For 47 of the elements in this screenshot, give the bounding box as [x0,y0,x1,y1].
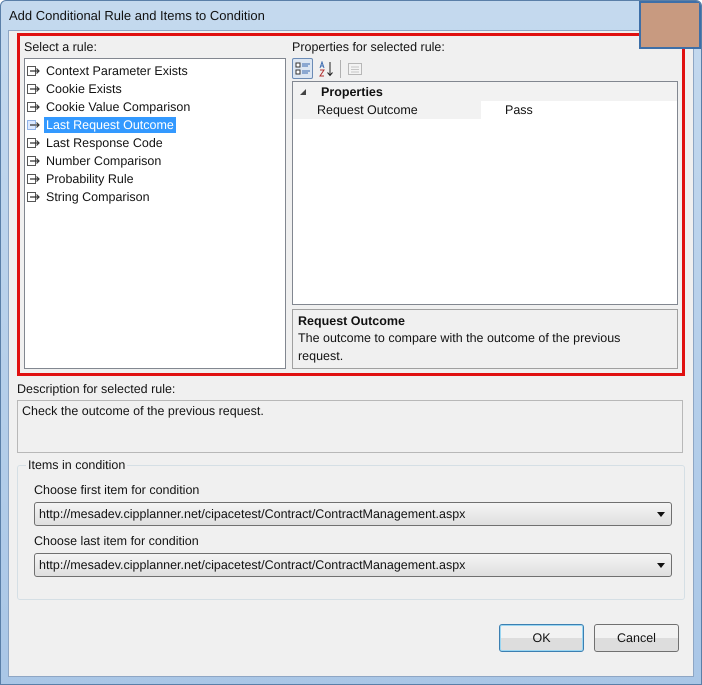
property-name: Request Outcome [293,101,481,120]
description-label: Description for selected rule: [17,382,176,397]
property-pages-icon [346,60,362,77]
photo-placeholder [639,1,701,49]
field-label: Choose first item for condition [34,483,200,498]
rule-item[interactable]: Probability Rule [27,170,283,188]
rule-name: Context Parameter Exists [45,63,189,79]
url-dropdown[interactable]: http://mesadev.cipplanner.net/cipacetest/Contract/ContractManagement.aspx [34,502,672,526]
property-value[interactable]: Pass [481,103,533,118]
categorized-icon [294,60,310,77]
category-label: Properties [321,84,383,99]
rule-item[interactable]: Cookie Value Comparison [27,98,283,116]
help-title: Request Outcome [298,313,406,329]
help-text: The outcome to compare with the outcome of the previous request. [298,330,622,365]
rule-name: Cookie Exists [45,81,123,97]
dialog-button[interactable]: Cancel [594,624,679,652]
description-text: Check the outcome of the previous request. [22,404,264,418]
rule-icon [27,173,41,185]
rule-icon [27,101,41,113]
rule-name: Probability Rule [45,171,135,187]
categorized-button[interactable] [292,58,313,80]
rule-item[interactable]: Number Comparison [27,152,283,170]
url-dropdown[interactable]: http://mesadev.cipplanner.net/cipacetest/Contract/ContractManagement.aspx [34,553,672,577]
sort-az-icon [318,60,334,77]
dropdown-arrow-icon [657,562,665,568]
field-label: Choose last item for condition [34,534,200,549]
rule-icon [27,137,41,149]
window-title: Add Conditional Rule and Items to Condition [9,8,265,23]
rule-icon [27,191,41,203]
properties-label: Properties for selected rule: [292,40,446,55]
rule-icon [27,83,41,95]
rule-item[interactable]: Cookie Exists [27,80,283,98]
rule-name: Cookie Value Comparison [45,99,192,115]
rule-name: String Comparison [45,189,151,205]
rules-label: Select a rule: [24,40,98,55]
rule-name: Last Request Outcome [44,117,176,133]
rule-icon [27,65,41,77]
dropdown-arrow-icon [657,512,665,516]
rule-icon [27,119,41,131]
collapse-icon[interactable] [299,88,307,96]
rule-icon [27,155,41,167]
rule-name: Last Response Code [45,135,164,151]
rule-item[interactable]: Context Parameter Exists [27,62,283,80]
dialog-button[interactable]: OK [499,624,584,652]
rule-name: Number Comparison [45,153,162,169]
rule-item[interactable]: Last Response Code [27,134,283,152]
rule-item[interactable]: String Comparison [27,188,283,206]
